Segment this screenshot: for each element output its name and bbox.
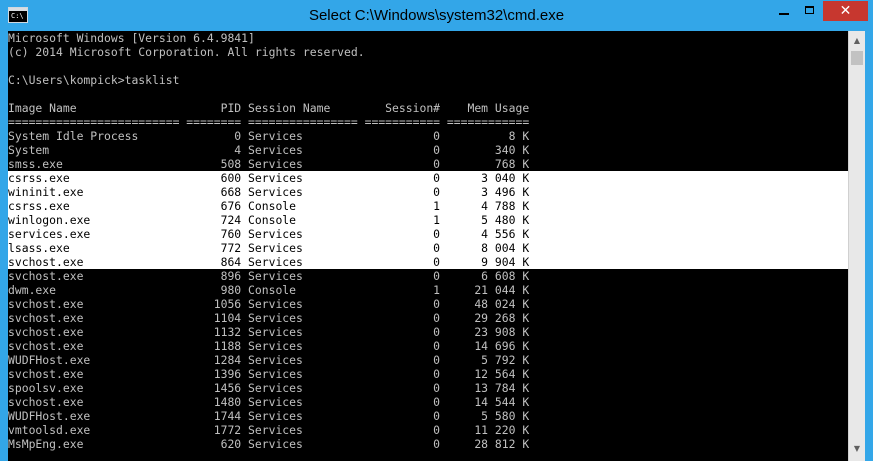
console-line: svchost.exe 1056 Services 0 48 024 K [8, 297, 530, 311]
console-line: svchost.exe 896 Services 0 6 608 K [8, 269, 530, 283]
vertical-scrollbar[interactable]: ▲ ▼ [848, 31, 865, 461]
console-line: svchost.exe 1132 Services 0 23 908 K [8, 325, 530, 339]
close-icon: ✕ [839, 3, 852, 19]
console-line: spoolsv.exe 1456 Services 0 13 784 K [8, 381, 530, 395]
maximize-icon [805, 6, 814, 14]
console-line: System Idle Process 0 Services 0 8 K [8, 129, 530, 143]
console-line: Image Name PID Session Name Session# Mem… [8, 101, 530, 115]
scrollbar-thumb[interactable] [851, 51, 863, 65]
scroll-up-icon[interactable]: ▲ [849, 33, 865, 49]
console-line: (c) 2014 Microsoft Corporation. All righ… [8, 45, 365, 59]
console-line: MsMpEng.exe 620 Services 0 28 812 K [8, 437, 530, 451]
console-line: svchost.exe 1104 Services 0 29 268 K [8, 311, 530, 325]
console-line: WUDFHost.exe 1284 Services 0 5 792 K [8, 353, 530, 367]
console-line: svchost.exe 1480 Services 0 14 544 K [8, 395, 530, 409]
console-line: ========================= ======== =====… [8, 115, 530, 129]
console-line: vmtoolsd.exe 1772 Services 0 11 220 K [8, 423, 530, 437]
cmd-window: C:\ Select C:\Windows\system32\cmd.exe ✕… [0, 0, 873, 461]
minimize-icon [779, 13, 789, 15]
console-line: dwm.exe 980 Console 1 21 044 K [8, 283, 530, 297]
console-line-selected: services.exe 760 Services 0 4 556 K [8, 227, 848, 241]
console-line-selected: csrss.exe 676 Console 1 4 788 K [8, 199, 848, 213]
console-output[interactable]: Microsoft Windows [Version 6.4.9841] (c) … [8, 31, 848, 461]
scroll-down-icon[interactable]: ▼ [849, 441, 865, 457]
console-line-selected: lsass.exe 772 Services 0 8 004 K [8, 241, 848, 255]
console-client-area: Microsoft Windows [Version 6.4.9841] (c) … [8, 31, 865, 461]
console-line-selected: winlogon.exe 724 Console 1 5 480 K [8, 213, 848, 227]
console-line: svchost.exe 1396 Services 0 12 564 K [8, 367, 530, 381]
window-title: Select C:\Windows\system32\cmd.exe [308, 7, 565, 24]
close-button[interactable]: ✕ [823, 1, 868, 21]
console-line-selected: svchost.exe 864 Services 0 9 904 K [8, 255, 848, 269]
console-line-selected: wininit.exe 668 Services 0 3 496 K [8, 185, 848, 199]
console-line: Microsoft Windows [Version 6.4.9841] [8, 31, 255, 45]
maximize-button[interactable] [797, 1, 823, 21]
title-bar[interactable]: C:\ Select C:\Windows\system32\cmd.exe ✕ [0, 0, 873, 31]
console-line: System 4 Services 0 340 K [8, 143, 530, 157]
minimize-button[interactable] [771, 1, 797, 21]
console-line: C:\Users\kompick>tasklist [8, 73, 180, 87]
console-line-selected: csrss.exe 600 Services 0 3 040 K [8, 171, 848, 185]
console-line: smss.exe 508 Services 0 768 K [8, 157, 530, 171]
console-line: WUDFHost.exe 1744 Services 0 5 580 K [8, 409, 530, 423]
console-line: svchost.exe 1188 Services 0 14 696 K [8, 339, 530, 353]
